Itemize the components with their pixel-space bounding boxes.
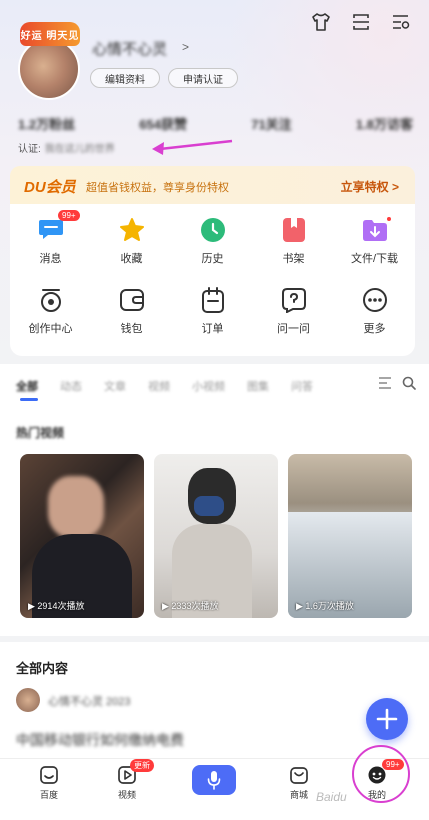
grid-item-messages[interactable]: 99+ 消息 xyxy=(10,210,91,272)
microphone-icon xyxy=(207,771,221,790)
grid-item-orders[interactable]: 订单 xyxy=(172,286,253,342)
video-play-count: ▶ 2333次播放 xyxy=(162,601,219,611)
settings-list-icon[interactable] xyxy=(391,12,411,32)
avatar-badge: 好运 明天见 xyxy=(20,22,80,46)
nav-label: 视频 xyxy=(117,790,136,800)
avatar[interactable]: 好运 明天见 xyxy=(18,22,82,100)
shopping-bag-icon xyxy=(290,767,308,784)
profile-stats: 1.2万粉丝 654获赞 71关注 1.8万访客 xyxy=(18,114,413,133)
tab-short-videos[interactable]: 小视频 xyxy=(192,378,225,394)
grid-item-creator-center[interactable]: 创作中心 xyxy=(10,286,91,342)
video-card[interactable]: ▶ 2914次播放 xyxy=(20,454,144,618)
nav-video[interactable]: 视频 更新 xyxy=(102,759,154,801)
filter-icon[interactable] xyxy=(378,376,392,395)
video-list: ▶ 2914次播放 ▶ 2333次播放 ▶ 1.6万次播放 xyxy=(20,454,412,618)
section-title: 热门视频 xyxy=(16,426,65,440)
nav-label: 商城 xyxy=(289,790,308,800)
message-badge: 99+ xyxy=(58,210,80,221)
voice-search-button[interactable] xyxy=(192,765,236,795)
video-play-count: ▶ 1.6万次播放 xyxy=(296,601,354,611)
certification-row: 认证: 我在这儿的世界 xyxy=(18,140,115,155)
video-update-badge: 更新 xyxy=(130,759,154,772)
wallet-icon xyxy=(118,286,146,314)
grid-item-favorites[interactable]: 收藏 xyxy=(91,216,172,272)
annotation-arrow-icon xyxy=(152,139,233,155)
tab-all[interactable]: 全部 xyxy=(16,378,38,394)
stat-fans[interactable]: 1.2万粉丝 xyxy=(18,114,75,133)
vip-logo: DU会员 xyxy=(24,179,76,196)
vip-text: 超值省钱权益，尊享身份特权 xyxy=(86,182,229,194)
notification-dot xyxy=(386,216,392,222)
all-content-section: 全部内容 心情不心灵 2023 中国移动银行如何缴纳电费 xyxy=(0,642,429,762)
add-post-button[interactable] xyxy=(366,698,408,740)
grid-label: 收藏 xyxy=(120,253,143,265)
question-icon xyxy=(280,286,308,314)
tab-active-indicator xyxy=(20,398,38,401)
scan-icon[interactable] xyxy=(351,12,371,32)
tab-videos[interactable]: 视频 xyxy=(148,378,170,394)
order-icon xyxy=(199,286,227,314)
video-thumbnail-person xyxy=(48,476,104,538)
search-icon[interactable] xyxy=(402,376,416,395)
certification-label: 认证: xyxy=(18,144,41,155)
grid-label: 钱包 xyxy=(120,323,143,335)
grid-item-wallet[interactable]: 钱包 xyxy=(91,286,172,342)
chevron-right-icon[interactable]: > xyxy=(182,40,189,54)
grid-label: 书架 xyxy=(282,253,305,265)
tab-qa[interactable]: 问答 xyxy=(291,378,313,394)
function-grid-card: 99+ 消息 收藏 历史 书架 文件/下载 创作中心 钱包 订单 问一问 更多 xyxy=(10,204,415,356)
home-icon xyxy=(40,766,58,784)
bookmark-icon xyxy=(280,216,308,244)
watermark-text: Baidu xyxy=(316,790,347,804)
username[interactable]: 心情不心灵 xyxy=(92,38,167,59)
stat-following[interactable]: 71关注 xyxy=(251,114,291,133)
post-avatar[interactable] xyxy=(16,688,40,712)
certification-value: 我在这儿的世界 xyxy=(44,144,115,155)
grid-label: 创作中心 xyxy=(28,323,73,335)
grid-item-downloads[interactable]: 文件/下载 xyxy=(334,216,415,272)
annotation-circle xyxy=(352,745,410,803)
content-tabs: 全部 动态 文章 视频 小视频 图集 问答 xyxy=(16,376,416,395)
edit-profile-button[interactable]: 编辑资料 xyxy=(90,68,160,88)
all-content-title: 全部内容 xyxy=(16,661,69,676)
grid-item-history[interactable]: 历史 xyxy=(172,216,253,272)
header-actions xyxy=(311,12,411,32)
grid-item-more[interactable]: 更多 xyxy=(334,286,415,342)
nav-label: 百度 xyxy=(39,790,58,800)
creator-icon xyxy=(37,286,65,314)
grid-label: 历史 xyxy=(201,253,224,265)
video-card[interactable]: ▶ 2333次播放 xyxy=(154,454,278,618)
grid-label: 问一问 xyxy=(277,323,310,335)
tshirt-icon[interactable] xyxy=(311,12,331,32)
download-folder-icon xyxy=(361,216,389,244)
post-username[interactable]: 心情不心灵 2023 xyxy=(48,693,131,709)
grid-item-bookshelf[interactable]: 书架 xyxy=(253,216,334,272)
apply-certification-button[interactable]: 申请认证 xyxy=(168,68,238,88)
avatar-image xyxy=(18,38,80,100)
video-thumbnail-mask xyxy=(194,496,224,516)
grid-label: 更多 xyxy=(363,323,386,335)
grid-label: 订单 xyxy=(201,323,224,335)
more-icon xyxy=(361,286,389,314)
tab-articles[interactable]: 文章 xyxy=(104,378,126,394)
clock-icon xyxy=(199,216,227,244)
star-icon xyxy=(118,216,146,244)
vip-action-link[interactable]: 立享特权 > xyxy=(341,178,399,195)
grid-label: 文件/下载 xyxy=(350,253,399,265)
nav-home[interactable]: 百度 xyxy=(24,765,74,801)
content-feed: 全部 动态 文章 视频 小视频 图集 问答 热门视频 ▶ 2914次播放 ▶ 2… xyxy=(0,364,429,636)
stat-likes[interactable]: 654获赞 xyxy=(139,114,187,133)
plus-icon xyxy=(376,708,398,730)
function-grid: 99+ 消息 收藏 历史 书架 文件/下载 创作中心 钱包 订单 问一问 更多 xyxy=(10,210,415,342)
video-play-count: ▶ 2914次播放 xyxy=(28,601,85,611)
tab-gallery[interactable]: 图集 xyxy=(247,378,269,394)
video-card[interactable]: ▶ 1.6万次播放 xyxy=(288,454,412,618)
vip-banner[interactable]: DU会员 超值省钱权益，尊享身份特权 立享特权 > xyxy=(10,166,415,206)
grid-label: 消息 xyxy=(39,253,62,265)
post-title[interactable]: 中国移动银行如何缴纳电费 xyxy=(16,730,184,750)
grid-item-ask[interactable]: 问一问 xyxy=(253,286,334,342)
stat-visitors[interactable]: 1.8万访客 xyxy=(356,114,413,133)
tab-dynamic[interactable]: 动态 xyxy=(60,378,82,394)
